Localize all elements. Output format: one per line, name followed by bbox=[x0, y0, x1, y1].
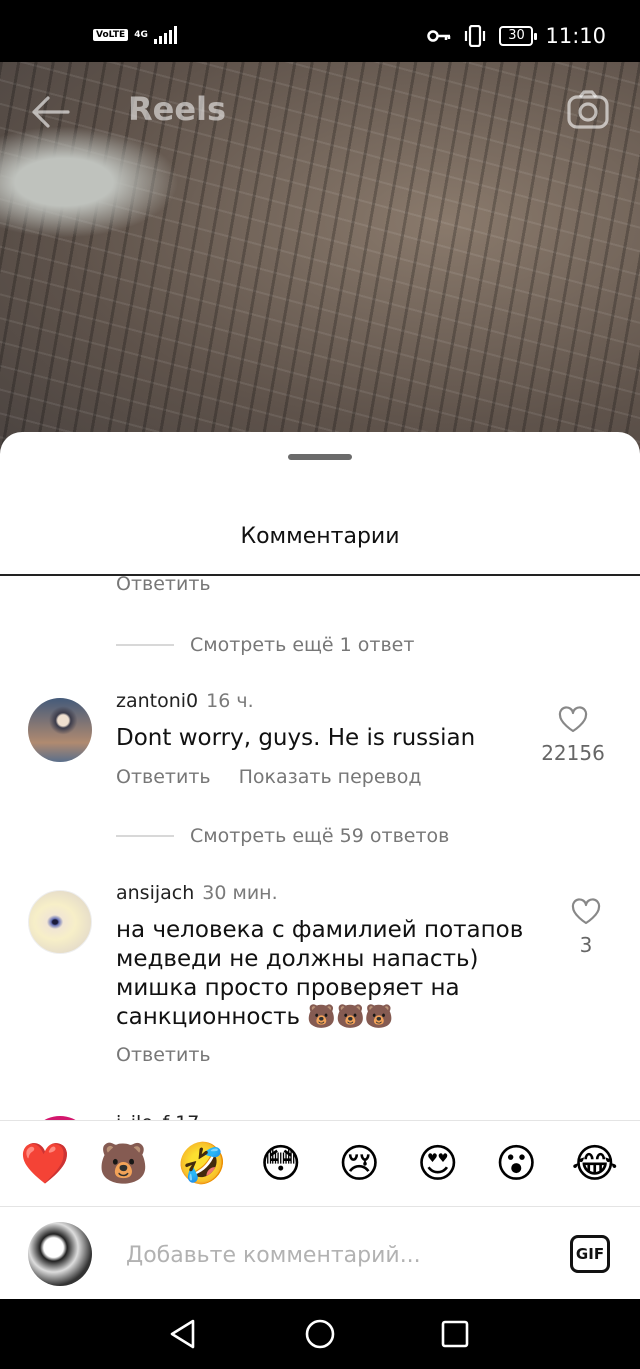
camera-icon[interactable] bbox=[566, 88, 610, 132]
comment-text: на человека с фамилией потапов медведи н… bbox=[116, 917, 524, 1030]
comments-list[interactable]: Ответить Смотреть ещё 1 ответ zantoni0 16… bbox=[0, 576, 640, 1120]
avatar[interactable] bbox=[28, 890, 92, 954]
status-bar: VoLTE 4G 30 11:10 bbox=[0, 0, 640, 62]
surprised-emoji-button[interactable]: 😮 bbox=[486, 1144, 546, 1184]
comment-input[interactable] bbox=[126, 1235, 546, 1275]
view-more-replies-label: Смотреть ещё 1 ответ bbox=[190, 634, 415, 656]
reply-button[interactable]: Ответить bbox=[116, 766, 211, 788]
reply-button[interactable]: Ответить bbox=[116, 1044, 211, 1066]
view-more-replies-label: Смотреть ещё 59 ответов bbox=[190, 825, 450, 847]
like-count: 22156 bbox=[541, 741, 605, 765]
gif-button[interactable]: GIF bbox=[570, 1235, 610, 1273]
clock: 11:10 bbox=[545, 24, 606, 48]
emoji-reaction-bar: ❤️ 🐻 🤣 😳 😢 😍 😮 😂 bbox=[0, 1120, 640, 1206]
like-count: 3 bbox=[579, 933, 593, 957]
flushed-emoji-button[interactable]: 😳 bbox=[251, 1144, 311, 1184]
comment-composer: GIF bbox=[0, 1206, 640, 1299]
sheet-drag-handle[interactable] bbox=[288, 454, 352, 460]
heart-eyes-emoji-button[interactable]: 😍 bbox=[408, 1144, 468, 1184]
signal-icon bbox=[153, 26, 177, 44]
heart-emoji-button[interactable]: ❤️ bbox=[15, 1144, 75, 1184]
divider bbox=[116, 835, 174, 837]
system-navigation-bar bbox=[0, 1299, 640, 1369]
heart-icon[interactable] bbox=[571, 898, 601, 925]
view-more-replies[interactable]: Смотреть ещё 59 ответов bbox=[116, 825, 449, 847]
divider bbox=[116, 644, 174, 646]
joy-emoji-button[interactable]: 😂 bbox=[565, 1144, 625, 1184]
recents-square-icon[interactable] bbox=[438, 1317, 472, 1351]
back-arrow-icon[interactable] bbox=[30, 92, 70, 132]
like-button[interactable]: 22156 bbox=[538, 706, 608, 765]
home-circle-icon[interactable] bbox=[303, 1317, 337, 1351]
view-more-replies[interactable]: Смотреть ещё 1 ответ bbox=[116, 634, 414, 656]
avatar[interactable] bbox=[28, 1222, 92, 1286]
battery-icon: 30 bbox=[499, 26, 538, 46]
avatar[interactable] bbox=[28, 698, 92, 762]
show-translation-button[interactable]: Показать перевод bbox=[239, 766, 422, 788]
like-button[interactable]: 3 bbox=[551, 898, 621, 957]
sheet-title: Комментарии bbox=[240, 524, 400, 549]
bear-emoji-button[interactable]: 🐻 bbox=[94, 1144, 154, 1184]
comment-time: 16 ч. bbox=[206, 690, 254, 712]
comment-time: 30 мин. bbox=[202, 882, 278, 904]
username[interactable]: zantoni0 bbox=[116, 690, 198, 712]
username[interactable]: ansijach bbox=[116, 882, 194, 904]
reply-button[interactable]: Ответить bbox=[116, 576, 211, 595]
comments-sheet: Комментарии Ответить Смотреть ещё 1 отве… bbox=[0, 432, 640, 1299]
network-type: 4G bbox=[134, 29, 148, 40]
back-triangle-icon[interactable] bbox=[166, 1317, 200, 1351]
username[interactable]: i_ilo_f 17 bbox=[116, 1112, 199, 1120]
key-icon bbox=[427, 30, 451, 42]
comment-text: Dont worry, guys. He is russian bbox=[116, 725, 476, 751]
page-title: Reels bbox=[128, 90, 227, 128]
heart-icon[interactable] bbox=[558, 706, 588, 733]
volte-indicator: VoLTE bbox=[93, 29, 129, 41]
vibrate-icon bbox=[465, 25, 486, 47]
rofl-emoji-button[interactable]: 🤣 bbox=[172, 1144, 232, 1184]
reels-header: Reels bbox=[0, 62, 640, 162]
crying-emoji-button[interactable]: 😢 bbox=[329, 1144, 389, 1184]
